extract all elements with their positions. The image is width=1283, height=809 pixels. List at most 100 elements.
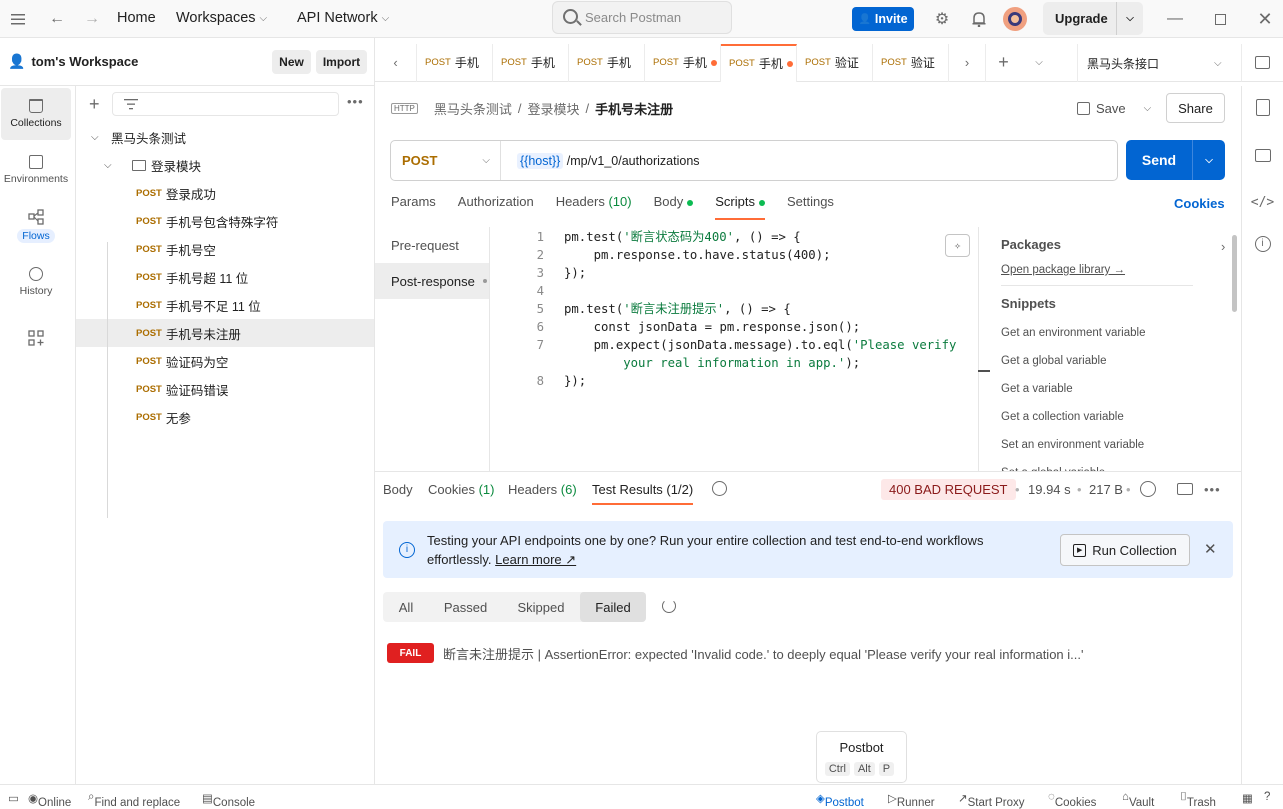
workspaces-menu[interactable]: Workspaces ⌵: [176, 10, 267, 26]
response-size[interactable]: 217 B: [1089, 482, 1123, 497]
resp-tab-test-results[interactable]: Test Results (1/2): [592, 482, 694, 505]
filter-skipped[interactable]: Skipped: [502, 592, 580, 622]
request-tab[interactable]: POST 手机: [569, 43, 645, 82]
new-button[interactable]: New: [272, 50, 311, 74]
rail-flows[interactable]: Flows: [1, 200, 71, 252]
cookies-button[interactable]: ◌ Cookies: [1048, 791, 1096, 809]
help-icon[interactable]: ?: [1264, 791, 1270, 803]
avatar[interactable]: [1003, 7, 1027, 31]
resp-tab-body[interactable]: Body: [383, 482, 413, 497]
run-collection-button[interactable]: ▶ Run Collection: [1060, 534, 1190, 566]
resp-tab-cookies[interactable]: Cookies (1): [428, 482, 494, 497]
request-tab[interactable]: POST 验证: [797, 43, 873, 82]
sidebar-request-item[interactable]: POST 无参: [76, 403, 374, 431]
snippet-item[interactable]: Get an environment variable: [1001, 327, 1145, 339]
forward-arrow-icon[interactable]: →: [81, 8, 103, 30]
tab-settings[interactable]: Settings: [787, 194, 834, 214]
scrollbar[interactable]: [1232, 235, 1237, 312]
scroll-tabs-left-icon[interactable]: ‹: [375, 43, 417, 82]
maximize-window-icon[interactable]: [1209, 8, 1231, 30]
trash-button[interactable]: ⌷ Trash: [1180, 791, 1216, 809]
chevron-down-icon[interactable]: ⌵: [1192, 140, 1225, 180]
settings-gear-icon[interactable]: ⚙: [931, 8, 953, 30]
snippet-item[interactable]: Get a collection variable: [1001, 411, 1124, 423]
history-icon[interactable]: [712, 481, 727, 496]
upgrade-button[interactable]: Upgrade ⌵: [1043, 2, 1143, 35]
request-tab[interactable]: POST 手机: [645, 43, 721, 82]
breadcrumb-request[interactable]: 手机号未注册: [595, 99, 673, 118]
vault-button[interactable]: ⌂ Vault: [1122, 791, 1154, 809]
tab-params[interactable]: Params: [391, 194, 436, 214]
cookies-link[interactable]: Cookies: [1174, 196, 1225, 211]
search-input[interactable]: Search Postman: [552, 1, 732, 34]
sidebar-request-item[interactable]: POST 验证码为空: [76, 347, 374, 375]
sidebar-request-item[interactable]: POST 登录成功: [76, 179, 374, 207]
filter-failed[interactable]: Failed: [580, 592, 646, 622]
ai-assist-icon[interactable]: ✧: [945, 234, 970, 257]
api-network-menu[interactable]: API Network ⌵: [297, 10, 389, 26]
notifications-bell-icon[interactable]: [968, 8, 990, 30]
open-package-library-link[interactable]: Open package library →: [1001, 264, 1125, 276]
more-options-icon[interactable]: •••: [1204, 482, 1221, 497]
share-button[interactable]: Share: [1166, 93, 1225, 123]
script-editor[interactable]: 12345678 pm.test('断言状态码为400', () => { pm…: [490, 227, 978, 471]
add-icon[interactable]: +: [89, 94, 100, 115]
info-icon[interactable]: i: [1254, 236, 1271, 252]
resp-tab-headers[interactable]: Headers (6): [508, 482, 577, 497]
tab-headers[interactable]: Headers (10): [556, 194, 632, 214]
save-response-icon[interactable]: [1177, 483, 1193, 495]
comments-icon[interactable]: [1254, 149, 1271, 162]
filter-passed[interactable]: Passed: [429, 592, 502, 622]
minimize-window-icon[interactable]: —: [1164, 8, 1186, 30]
home-link[interactable]: Home: [117, 10, 156, 26]
close-icon[interactable]: ✕: [1204, 540, 1217, 558]
find-replace-button[interactable]: ⌕ Find and replace: [88, 791, 180, 809]
rail-history[interactable]: History: [1, 256, 71, 308]
sidebar-request-item[interactable]: POST 手机号空: [76, 235, 374, 263]
request-tab[interactable]: POST 手机: [417, 43, 493, 82]
tab-list-chevron-icon[interactable]: ⌵: [1021, 44, 1057, 82]
rail-collections[interactable]: Collections: [1, 88, 71, 140]
rail-environments[interactable]: Environments: [1, 144, 71, 196]
chevron-down-icon[interactable]: ⌵: [1144, 103, 1152, 114]
environment-quick-look-icon[interactable]: [1241, 44, 1283, 82]
scroll-tabs-right-icon[interactable]: ›: [949, 44, 985, 82]
back-arrow-icon[interactable]: ←: [46, 8, 68, 30]
sidebar-request-item[interactable]: POST 手机号超 11 位: [76, 263, 374, 291]
post-response-tab[interactable]: Post-response: [375, 263, 489, 299]
invite-button[interactable]: 👤 Invite: [852, 7, 914, 31]
request-tab[interactable]: POST 手机: [721, 43, 797, 82]
response-time[interactable]: 19.94 s: [1028, 482, 1071, 497]
send-button[interactable]: Send ⌵: [1126, 140, 1225, 180]
code-icon[interactable]: </>: [1242, 195, 1283, 210]
sidebar-request-item[interactable]: POST 手机号包含特殊字符: [76, 207, 374, 235]
filter-input[interactable]: [112, 92, 339, 116]
chevron-down-icon[interactable]: ⌵: [1116, 2, 1143, 35]
tab-authorization[interactable]: Authorization: [458, 194, 534, 214]
filter-all[interactable]: All: [383, 592, 429, 622]
tab-scripts[interactable]: Scripts: [715, 194, 765, 220]
breadcrumb-collection[interactable]: 黑马头条测试: [434, 99, 512, 118]
close-window-icon[interactable]: ✕: [1254, 8, 1276, 30]
request-tab[interactable]: POST 验证: [873, 43, 949, 82]
rail-configure[interactable]: [1, 312, 71, 364]
snippet-item[interactable]: Set an environment variable: [1001, 439, 1144, 451]
sidebar-request-item[interactable]: POST 手机号不足 11 位: [76, 291, 374, 319]
environment-selector[interactable]: 黑马头条接口 ⌵: [1077, 44, 1240, 82]
new-tab-icon[interactable]: +: [985, 43, 1021, 82]
refresh-icon[interactable]: [662, 599, 676, 613]
sidebar-request-item[interactable]: POST 手机号未注册: [76, 319, 374, 347]
globe-icon[interactable]: [1140, 481, 1156, 497]
status-badge[interactable]: 400 BAD REQUEST: [881, 479, 1016, 500]
tree-collection[interactable]: ⌵ 黑马头条测试: [76, 123, 374, 151]
save-button[interactable]: Save ⌵: [1077, 95, 1151, 121]
workspace-name[interactable]: tom's Workspace: [31, 54, 138, 69]
request-tab[interactable]: POST 手机: [493, 43, 569, 82]
documentation-icon[interactable]: [1255, 99, 1270, 116]
url-input[interactable]: {{host}} /mp/v1_0/authorizations: [501, 152, 700, 169]
tree-folder[interactable]: ⌵ 登录模块: [76, 151, 374, 179]
method-select[interactable]: POST ⌵: [391, 141, 501, 180]
learn-more-link[interactable]: Learn more ↗: [495, 552, 576, 567]
import-button[interactable]: Import: [316, 50, 367, 74]
snippet-item[interactable]: Get a variable: [1001, 383, 1073, 395]
